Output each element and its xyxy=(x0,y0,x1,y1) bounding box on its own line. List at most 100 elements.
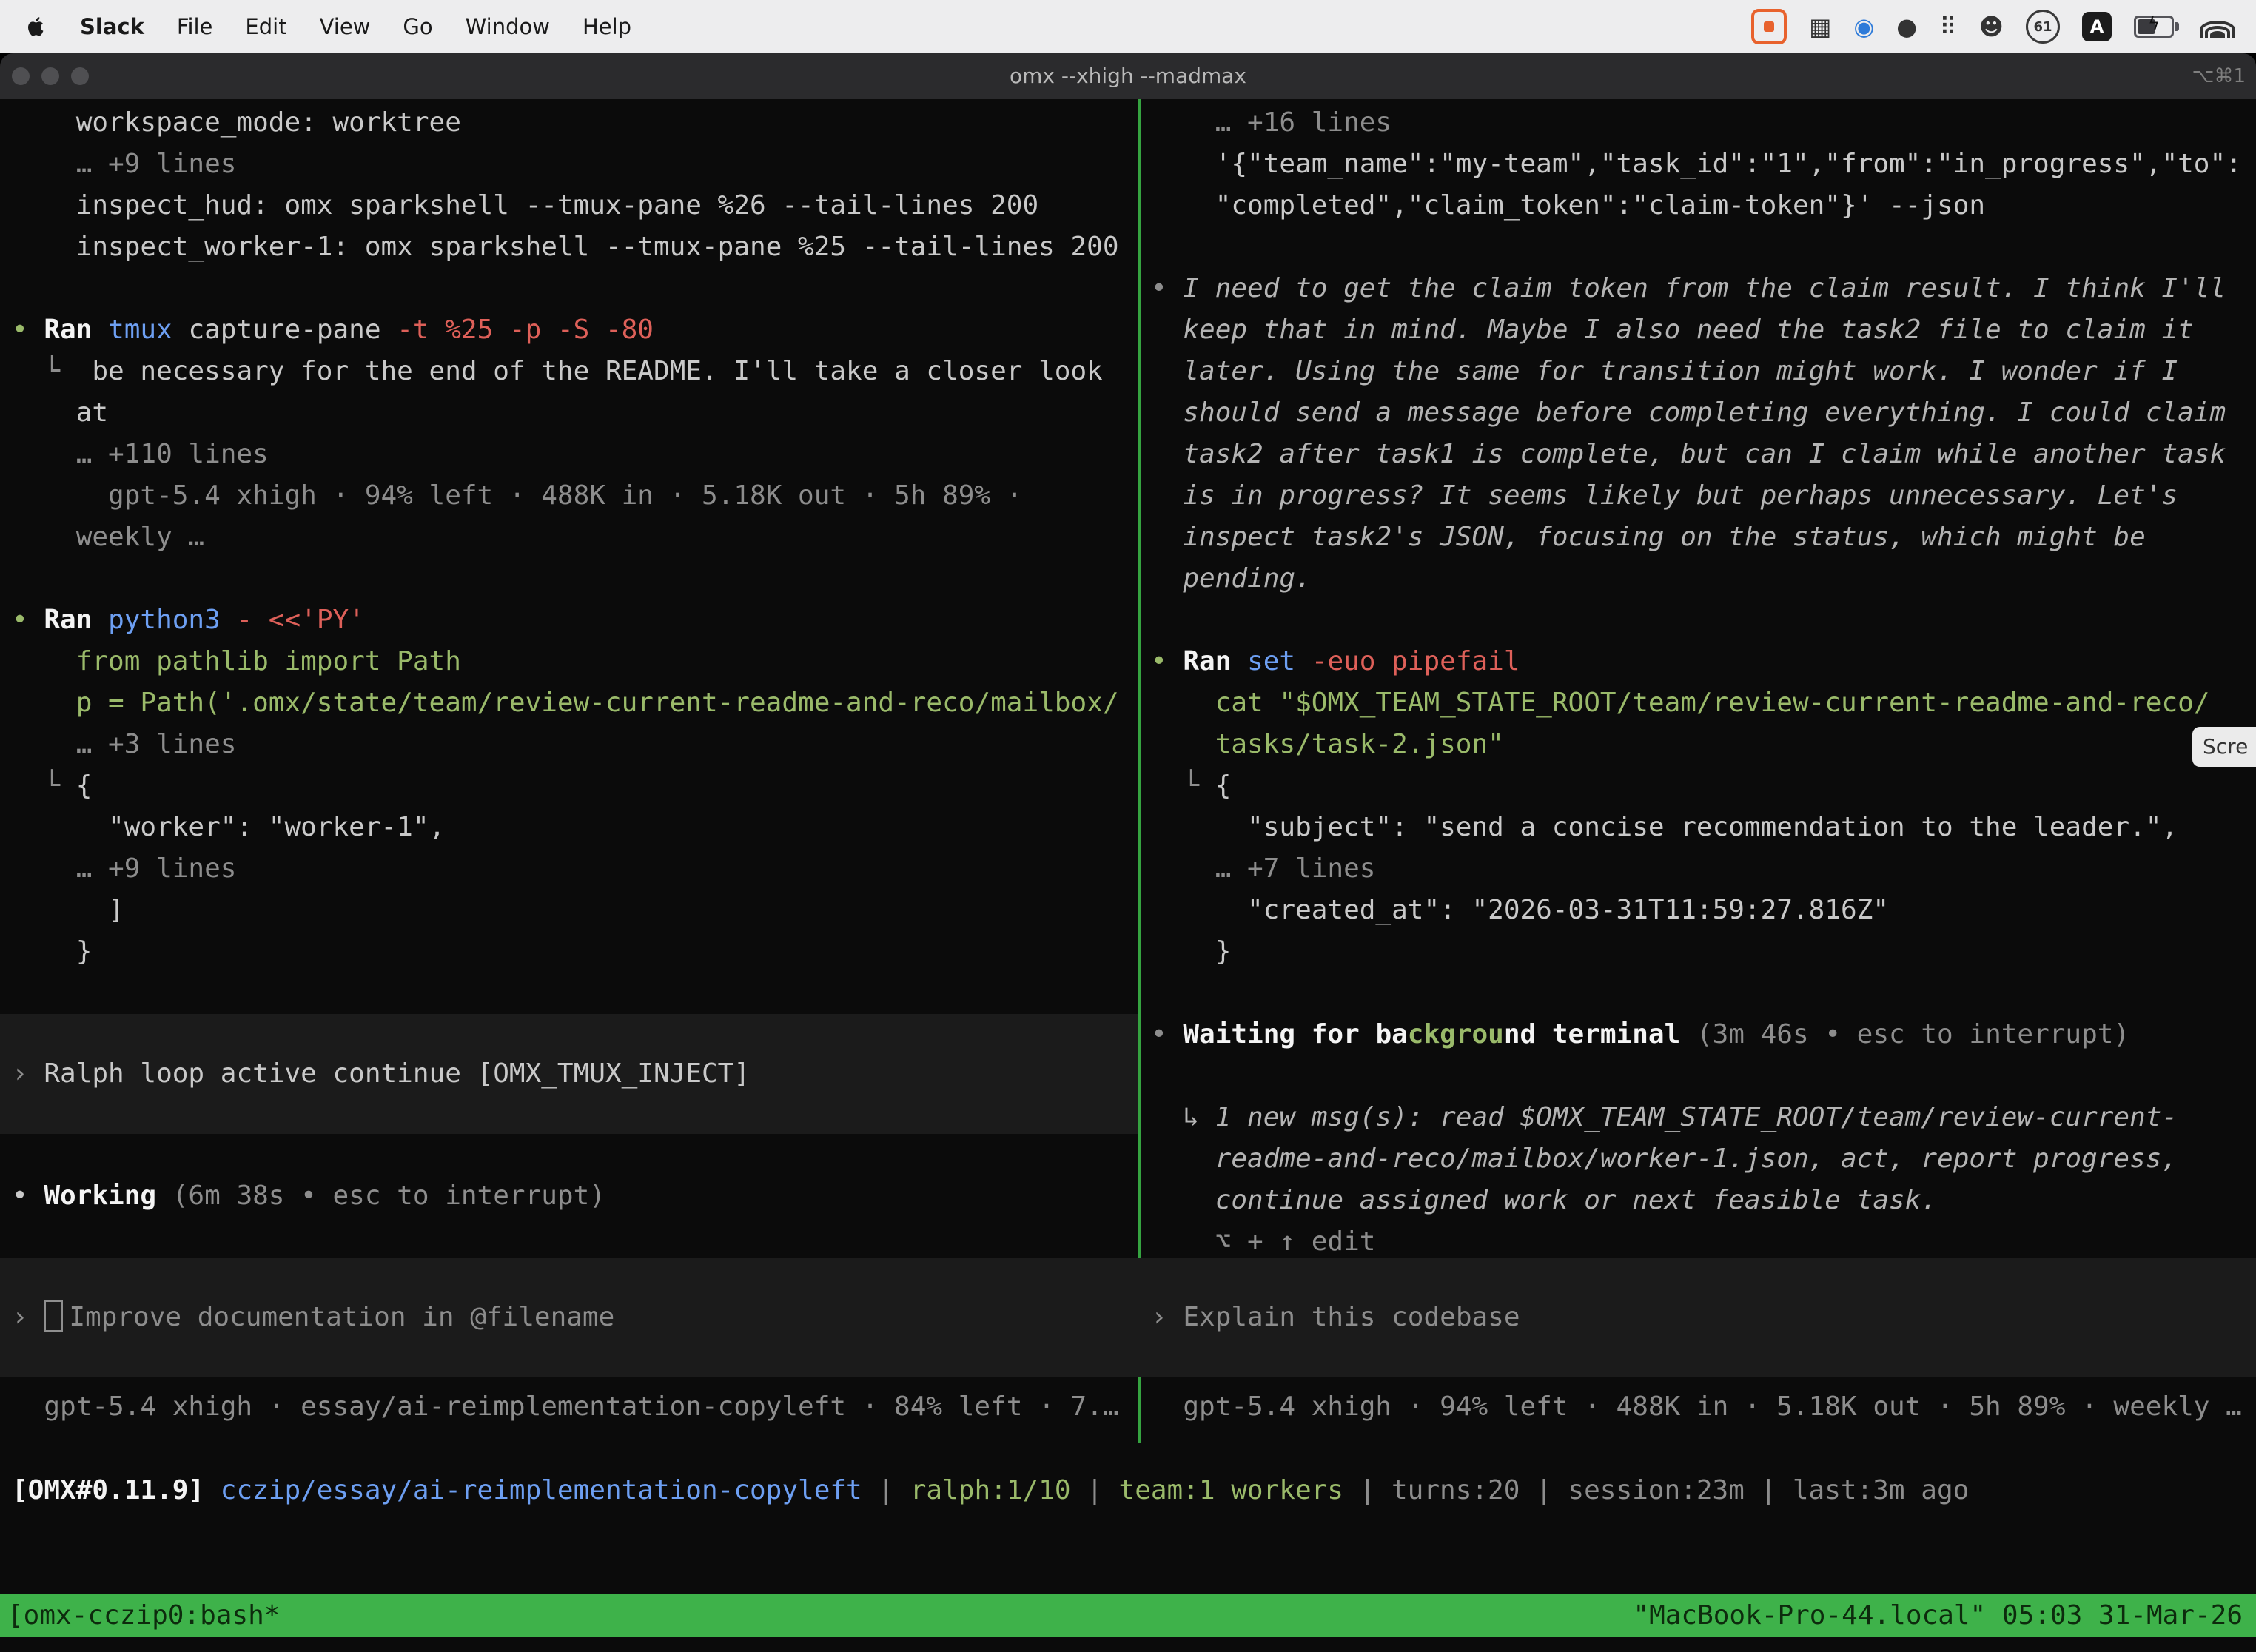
text-segment: … +16 lines xyxy=(1151,107,1391,138)
text-segment: turns:20 xyxy=(1391,1475,1520,1505)
terminal-pane-right[interactable]: … +16 lines '{"team_name":"my-team","tas… xyxy=(1141,99,2256,1387)
text-segment: • xyxy=(1151,273,1183,303)
screen: Slack File Edit View Go Window Help ▦ ◉ … xyxy=(0,0,2256,1652)
text-segment: tmux xyxy=(108,315,188,345)
terminal-line: "subject": "send a concise recommendatio… xyxy=(1141,807,2256,848)
battery-icon[interactable]: ϟ xyxy=(2134,16,2179,38)
text-segment: Explain this codebase xyxy=(1183,1302,1520,1332)
left-input-prompt[interactable]: › Improve documentation in @filename xyxy=(0,1258,1150,1377)
charging-bolt-icon: ϟ xyxy=(2136,13,2172,34)
terminal-line: p = Path('.omx/state/team/review-current… xyxy=(0,682,1138,724)
text-segment: … +3 lines xyxy=(12,729,236,759)
text-segment: readme-and-reco/mailbox/worker-1.json, a… xyxy=(1151,1144,2178,1174)
terminal-line: inspect_hud: omx sparkshell --tmux-pane … xyxy=(0,185,1138,226)
active-app-menu[interactable]: Slack xyxy=(80,14,144,39)
text-segment: › xyxy=(12,1302,44,1332)
text-segment: session:23m xyxy=(1568,1475,1744,1505)
text-segment: keep that in mind. Maybe I also need the… xyxy=(1151,315,2194,345)
terminal-line: └ be necessary for the end of the README… xyxy=(0,351,1138,392)
terminal-line: workspace_mode: worktree xyxy=(0,102,1138,144)
text-segment: Improve documentation in @filename xyxy=(69,1302,614,1332)
text-segment: › xyxy=(1151,1302,1183,1332)
terminal-line: inspect task2's JSON, focusing on the st… xyxy=(1141,517,2256,558)
menu-edit[interactable]: Edit xyxy=(245,14,286,39)
terminal-line: tasks/task-2.json" xyxy=(1141,724,2256,765)
text-segment: [OMX#0.11.9] xyxy=(12,1475,221,1505)
terminal-line: "worker": "worker-1", xyxy=(0,807,1138,848)
text-segment: tasks/task-2.json" xyxy=(1151,729,1504,759)
screen-overlay-button[interactable]: Scre xyxy=(2192,727,2256,767)
text-segment: … +7 lines xyxy=(1151,853,1375,884)
dark-app-icon[interactable]: ● xyxy=(1896,13,1917,41)
keyboard-grid-icon[interactable]: ▦ xyxy=(1809,13,1831,41)
user-icon[interactable]: ☻ xyxy=(1979,13,2004,41)
terminal-pane-left[interactable]: workspace_mode: worktree … +9 lines insp… xyxy=(0,99,1138,1387)
text-segment: | xyxy=(1520,1475,1568,1505)
terminal-line: … +9 lines xyxy=(0,144,1138,185)
window-shortcut-hint: ⌥⌘1 xyxy=(2192,53,2246,99)
text-segment: } xyxy=(1151,936,1231,967)
text-segment: ⌥ + ↑ edit xyxy=(1151,1226,1375,1257)
blank-line xyxy=(1141,1055,2256,1097)
text-segment: team:1 workers xyxy=(1119,1475,1343,1505)
text-segment: (3m 46s • esc to interrupt) xyxy=(1696,1019,2129,1050)
right-input-prompt[interactable]: › Explain this codebase xyxy=(1141,1258,2256,1377)
text-segment: | xyxy=(862,1475,910,1505)
text-segment: › xyxy=(12,1058,44,1089)
text-segment: set xyxy=(1247,646,1312,676)
terminal-line: • I need to get the claim token from the… xyxy=(1141,268,2256,309)
terminal-line: } xyxy=(1141,931,2256,973)
text-segment: • xyxy=(1151,646,1183,676)
terminal-line: … +3 lines xyxy=(0,724,1138,765)
menu-view[interactable]: View xyxy=(320,14,371,39)
percent-badge-icon[interactable]: 61 xyxy=(2026,10,2060,44)
dots-grid-icon[interactable]: ⠿ xyxy=(1939,13,1956,41)
text-segment: "worker": "worker-1", xyxy=(12,812,445,842)
blank-line xyxy=(1141,226,2256,268)
terminal-line: ↳ 1 new msg(s): read $OMX_TEAM_STATE_ROO… xyxy=(1141,1097,2256,1138)
text-segment: { xyxy=(76,770,93,801)
terminal-line: └ { xyxy=(0,765,1138,807)
terminal-line: } xyxy=(0,931,1138,973)
terminal-line: gpt-5.4 xhigh · 94% left · 488K in · 5.1… xyxy=(0,475,1138,517)
terminal-line: is in progress? It seems likely but perh… xyxy=(1141,475,2256,517)
menu-window[interactable]: Window xyxy=(466,14,550,39)
text-cursor xyxy=(44,1300,63,1332)
terminal-line: … +16 lines xyxy=(1141,102,2256,144)
terminal-line: should send a message before completing … xyxy=(1141,392,2256,434)
text-segment: later. Using the same for transition mig… xyxy=(1151,356,2178,386)
text-segment: continue assigned work or next feasible … xyxy=(1151,1185,1937,1215)
text-segment: -euo pipefail xyxy=(1312,646,1520,676)
screen-recording-indicator-icon[interactable] xyxy=(1751,9,1787,44)
terminal-line: pending. xyxy=(1141,558,2256,600)
wifi-icon[interactable] xyxy=(2201,15,2234,38)
omx-session-status-line: [OMX#0.11.9] cczip/essay/ai-reimplementa… xyxy=(0,1470,2256,1511)
terminal-line: inspect_worker-1: omx sparkshell --tmux-… xyxy=(0,226,1138,268)
terminal-line: • Waiting for background terminal (3m 46… xyxy=(1141,1014,2256,1055)
terminal-line: "created_at": "2026-03-31T11:59:27.816Z" xyxy=(1141,890,2256,931)
text-segment: inspect_worker-1: omx sparkshell --tmux-… xyxy=(12,232,1119,262)
text-segment: - <<'PY' xyxy=(236,605,364,635)
terminal-line: '{"team_name":"my-team","task_id":"1","f… xyxy=(1141,144,2256,185)
blank-line xyxy=(0,558,1138,600)
left-pane-status-line: gpt-5.4 xhigh · essay/ai-reimplementatio… xyxy=(0,1386,1150,1428)
text-segment: ralph:1/10 xyxy=(910,1475,1071,1505)
window-titlebar[interactable]: omx --xhigh --madmax ⌥⌘1 xyxy=(0,53,2256,99)
tmux-host-clock-label: "MacBook-Pro-44.local" 05:03 31-Mar-26 xyxy=(1633,1594,2243,1637)
blue-app-icon[interactable]: ◉ xyxy=(1853,13,1874,41)
text-segment: workspace_mode: worktree xyxy=(12,107,461,138)
text-segment: ] xyxy=(12,895,124,925)
menu-file[interactable]: File xyxy=(177,14,213,39)
terminal-line: • Ran set -euo pipefail xyxy=(1141,641,2256,682)
text-segment: gpt-5.4 xhigh · 94% left · 488K in · 5.1… xyxy=(12,480,1022,511)
text-segment: should send a message before completing … xyxy=(1151,397,2226,428)
prompt-row[interactable]: › Ralph loop active continue [OMX_TMUX_I… xyxy=(0,1014,1138,1134)
text-segment: … +9 lines xyxy=(12,149,236,179)
menu-go[interactable]: Go xyxy=(403,14,432,39)
menu-bar: Slack File Edit View Go Window Help ▦ ◉ … xyxy=(0,0,2256,53)
input-source-icon[interactable]: A xyxy=(2082,12,2112,41)
text-segment: (6m 38s • esc to interrupt) xyxy=(172,1181,605,1211)
apple-menu-icon[interactable] xyxy=(25,14,47,39)
menu-help[interactable]: Help xyxy=(583,14,631,39)
terminal-line: at xyxy=(0,392,1138,434)
